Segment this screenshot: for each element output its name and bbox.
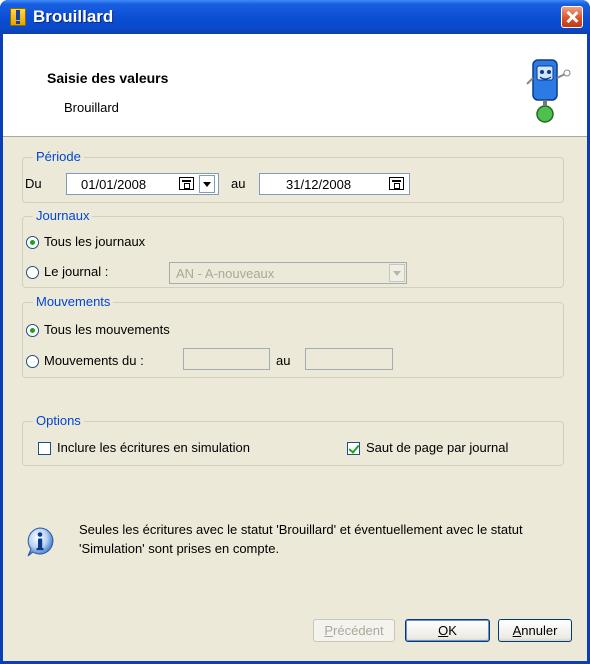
radio-all-movements-label[interactable]: Tous les mouvements [44,322,170,337]
close-button[interactable] [561,6,583,28]
date-from-value: 01/01/2008 [81,177,147,192]
include-simulation-label[interactable]: Inclure les écritures en simulation [57,440,250,455]
journal-select-value: AN - A-nouveaux [176,266,275,281]
movements-to-label: au [276,353,291,368]
page-break-label[interactable]: Saut de page par journal [366,440,508,455]
previous-button[interactable]: Précédent [313,619,395,642]
radio-all-journals-label[interactable]: Tous les journaux [44,234,145,249]
calendar-icon[interactable] [179,177,194,190]
ok-button[interactable]: OK [405,619,490,642]
movements-from-field[interactable] [183,348,270,370]
radio-one-journal-label[interactable]: Le journal : [44,264,108,279]
radio-all-journals[interactable] [26,236,39,249]
journaux-legend: Journaux [33,208,93,223]
header-title: Saisie des valeurs [47,70,169,86]
info-message: Seules les écritures avec le statut 'Bro… [79,522,523,556]
chevron-down-icon[interactable] [389,264,405,282]
mascot-icon [526,59,571,123]
header-subtitle: Brouillard [64,100,119,115]
options-legend: Options [33,413,84,428]
radio-movements-range-label[interactable]: Mouvements du : [44,353,144,368]
periode-to-label: au [231,176,246,191]
radio-one-journal[interactable] [26,266,39,279]
journal-select[interactable]: AN - A-nouveaux [169,262,407,284]
periode-legend: Période [33,149,84,164]
info-icon [27,527,54,557]
chevron-down-icon[interactable] [199,175,215,193]
date-to-value: 31/12/2008 [286,177,352,192]
title-bar[interactable]: Brouillard [0,0,590,34]
dialog-window: Brouillard Saisie des valeurs Brouillard… [0,0,590,664]
page-break-checkbox[interactable] [347,442,360,455]
date-to-field[interactable]: 31/12/2008 [259,173,410,195]
exclamation-icon [10,8,26,26]
movements-to-field[interactable] [305,348,393,370]
dialog-header: Saisie des valeurs Brouillard [3,34,587,137]
window-title: Brouillard [33,7,114,26]
radio-movements-range[interactable] [26,355,39,368]
radio-all-movements[interactable] [26,324,39,337]
include-simulation-checkbox[interactable] [38,442,51,455]
mouvements-legend: Mouvements [33,294,114,309]
calendar-icon[interactable] [389,177,404,190]
cancel-button[interactable]: Annuler [498,619,572,642]
date-from-field[interactable]: 01/01/2008 [66,173,219,195]
dialog-body: Saisie des valeurs Brouillard Période Du… [3,34,587,661]
periode-from-label: Du [25,176,42,191]
